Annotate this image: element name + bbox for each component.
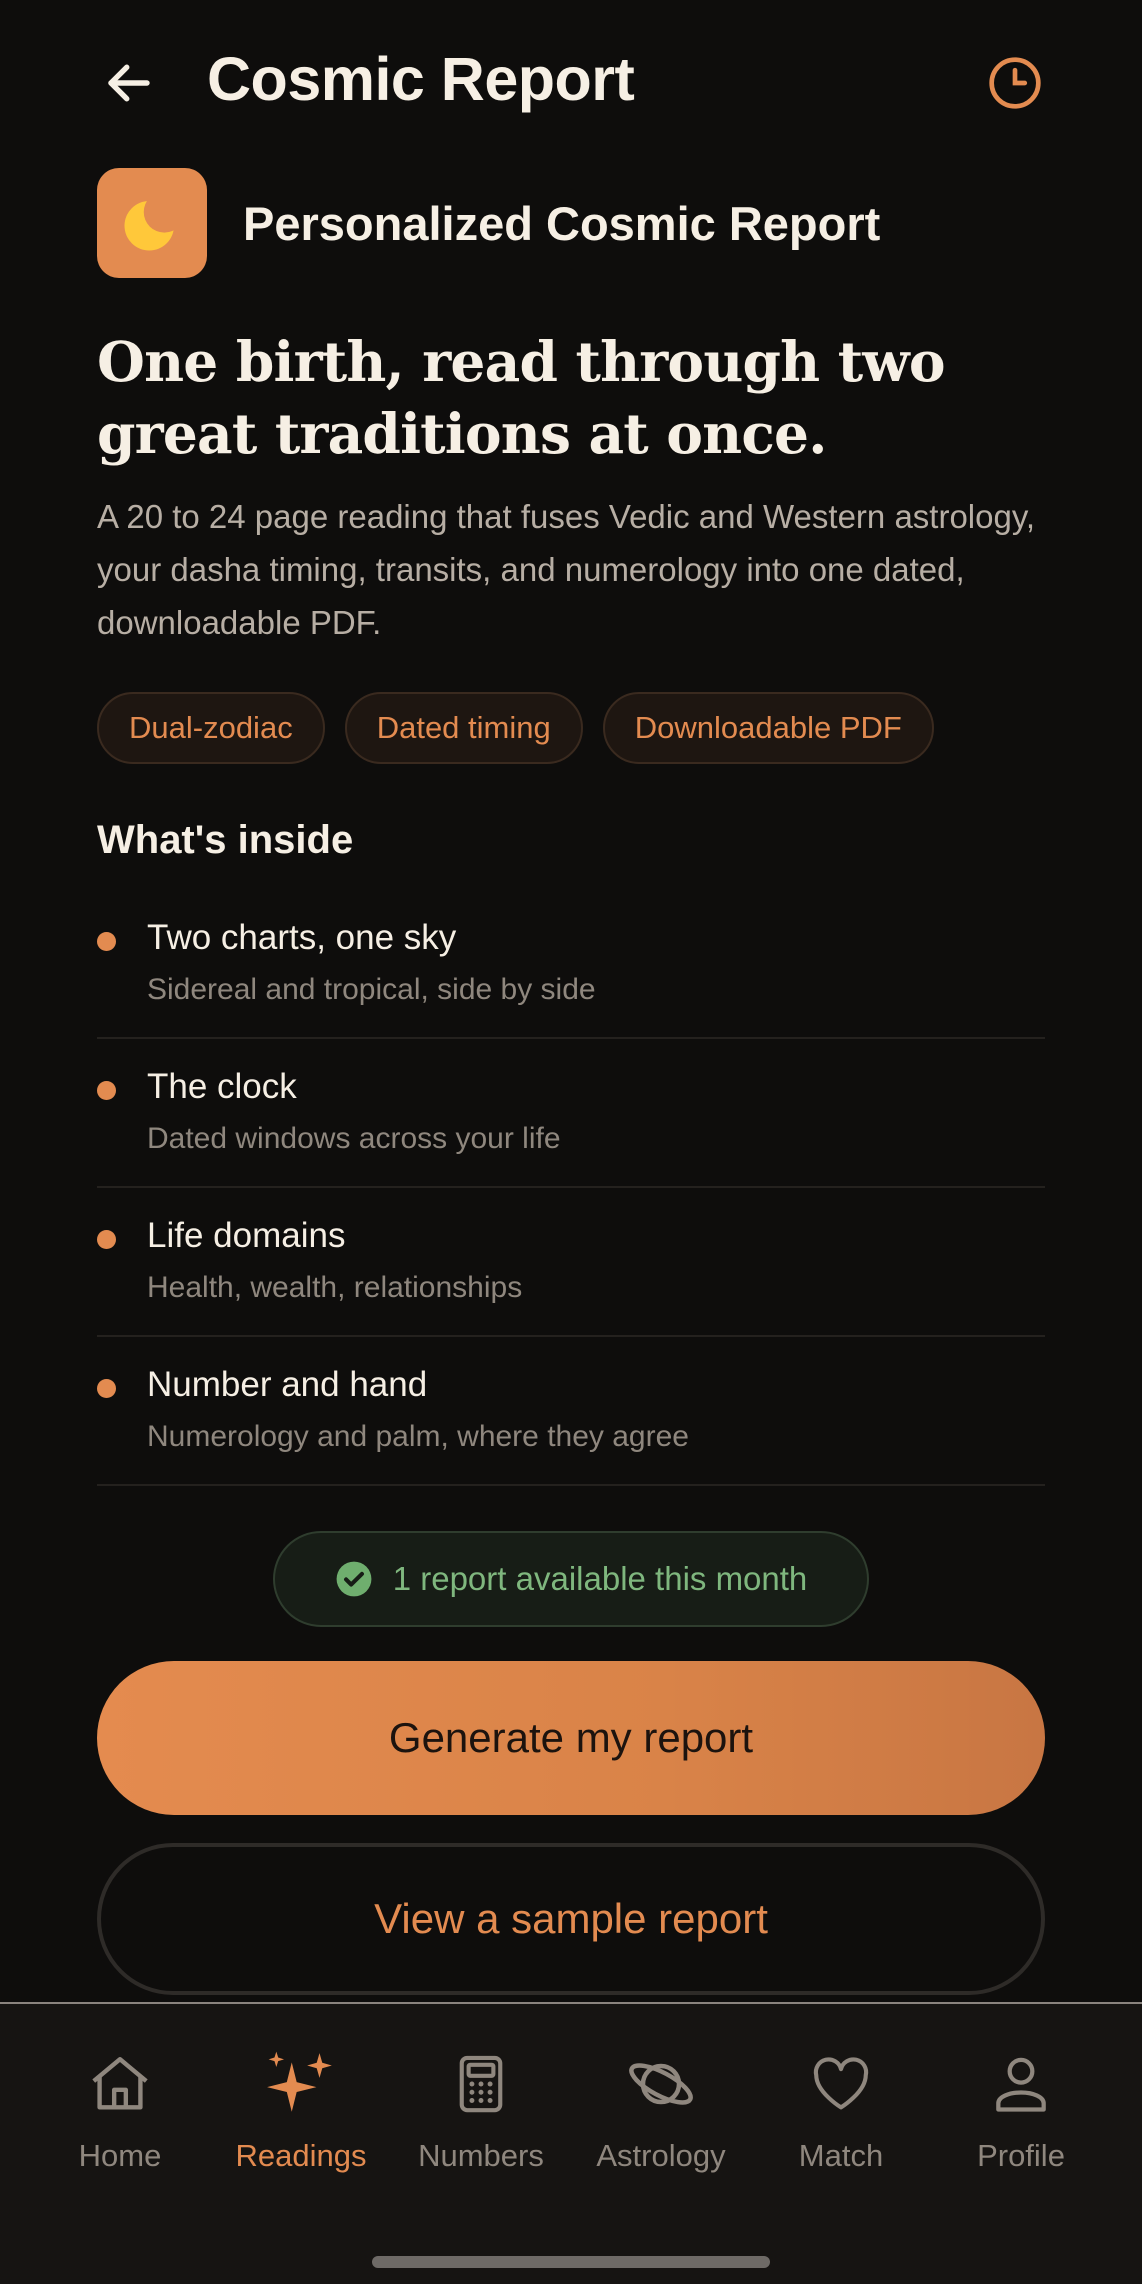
product-name: Personalized Cosmic Report [243,196,881,250]
calculator-icon [443,2046,519,2122]
sparkles-icon [263,2046,339,2122]
list-item: Two charts, one sky Sidereal and tropica… [97,890,1045,1039]
list-item: Life domains Health, wealth, relationshi… [97,1188,1045,1337]
list-item-subtitle: Numerology and palm, where they agree [147,1420,689,1453]
bullet-dot-icon [97,1230,116,1249]
whats-inside-list: Two charts, one sky Sidereal and tropica… [97,890,1045,1486]
heart-icon [803,2046,879,2122]
list-item: The clock Dated windows across your life [97,1039,1045,1188]
chip-downloadable-pdf: Downloadable PDF [602,692,934,764]
nav-label-home: Home [78,2138,162,2173]
availability-text: 1 report available this month [392,1560,808,1597]
nav-label-numbers: Numbers [418,2138,544,2173]
crescent-moon-icon [97,168,207,278]
list-item-title: Two charts, one sky [147,918,457,957]
chip-dual-zodiac: Dual-zodiac [97,692,325,764]
view-sample-report-button[interactable]: View a sample report [97,1843,1045,1995]
top-app-bar: Cosmic Report [0,0,1142,160]
nav-item-readings[interactable]: Readings [211,2046,391,2174]
nav-item-astrology[interactable]: Astrology [571,2046,751,2174]
home-indicator[interactable] [372,2256,770,2268]
nav-label-readings: Readings [235,2138,367,2173]
home-icon [82,2046,158,2122]
page-title: Cosmic Report [207,45,635,113]
headline: One birth, read through two great tradit… [97,329,946,466]
back-button[interactable] [92,46,166,120]
nav-item-home[interactable]: Home [30,2046,210,2174]
bullet-dot-icon [97,932,116,951]
generate-report-button[interactable]: Generate my report [97,1661,1045,1815]
clock-icon [989,57,1041,109]
nav-label-profile: Profile [977,2138,1065,2173]
user-icon [983,2046,1059,2122]
whats-inside-title: What's inside [97,818,354,862]
list-item-subtitle: Health, wealth, relationships [147,1271,523,1304]
feature-chips: Dual-zodiac Dated timing Downloadable PD… [97,692,934,764]
check-circle-icon [336,1561,372,1597]
bullet-dot-icon [97,1081,116,1100]
list-item-title: Number and hand [147,1365,428,1404]
chip-dated-timing: Dated timing [344,692,583,764]
list-item: Number and hand Numerology and palm, whe… [97,1337,1045,1486]
product-header: Personalized Cosmic Report [97,168,880,278]
list-item-subtitle: Dated windows across your life [147,1122,561,1155]
cosmic-report-screen: Cosmic Report Personalized Cosmic Report… [0,0,1142,2284]
planet-icon [623,2046,699,2122]
description: A 20 to 24 page reading that fuses Vedic… [97,498,1036,641]
list-item-title: Life domains [147,1216,346,1255]
nav-label-match: Match [798,2138,884,2173]
list-item-subtitle: Sidereal and tropical, side by side [147,973,596,1006]
nav-label-astrology: Astrology [596,2138,726,2173]
nav-item-match[interactable]: Match [751,2046,931,2174]
nav-item-numbers[interactable]: Numbers [391,2046,571,2174]
availability-badge: 1 report available this month [273,1531,869,1627]
bottom-navigation: Home Readings Numbers Astrology Match Pr… [0,2002,1142,2284]
list-item-title: The clock [147,1067,297,1106]
bullet-dot-icon [97,1379,116,1398]
history-button[interactable] [982,50,1048,116]
nav-item-profile[interactable]: Profile [931,2046,1111,2174]
arrow-left-icon [108,64,150,102]
